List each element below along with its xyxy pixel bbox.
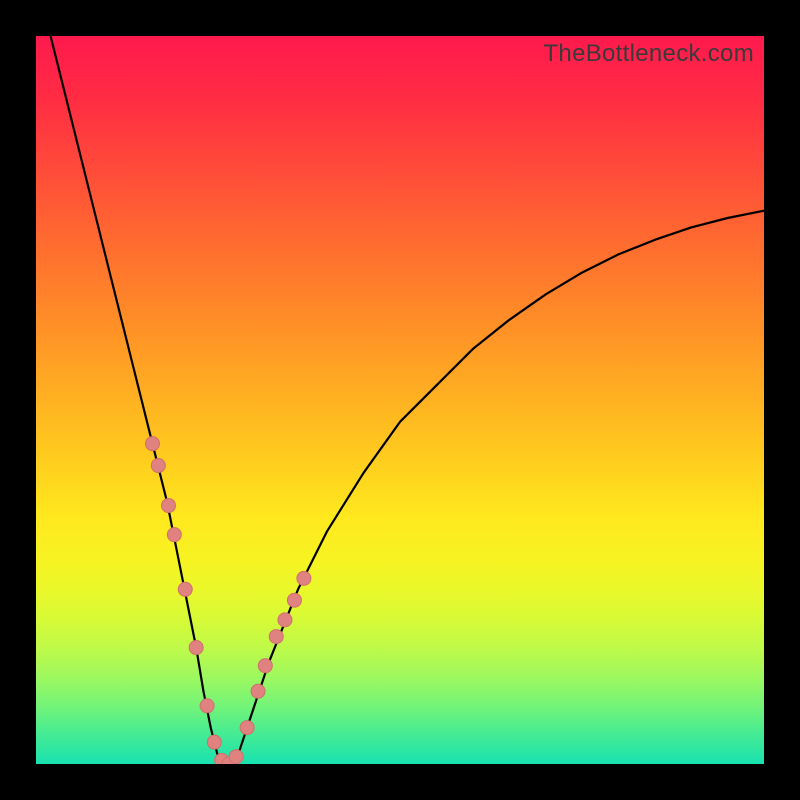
chart-frame: TheBottleneck.com xyxy=(0,0,800,800)
scatter-dot xyxy=(287,593,301,607)
scatter-dot xyxy=(251,684,265,698)
scatter-dot xyxy=(162,499,176,513)
bottleneck-curve xyxy=(51,36,764,764)
scatter-dot xyxy=(240,721,254,735)
scatter-dot xyxy=(207,735,221,749)
scatter-dot xyxy=(269,630,283,644)
scatter-dot xyxy=(167,528,181,542)
scatter-group xyxy=(145,437,310,764)
scatter-dot xyxy=(151,459,165,473)
scatter-dot xyxy=(145,437,159,451)
plot-area: TheBottleneck.com xyxy=(36,36,764,764)
scatter-dot xyxy=(229,750,243,764)
scatter-dot xyxy=(278,613,292,627)
scatter-dot xyxy=(297,571,311,585)
scatter-dot xyxy=(200,699,214,713)
scatter-dot xyxy=(178,582,192,596)
chart-overlay xyxy=(36,36,764,764)
scatter-dot xyxy=(189,641,203,655)
scatter-dot xyxy=(258,659,272,673)
